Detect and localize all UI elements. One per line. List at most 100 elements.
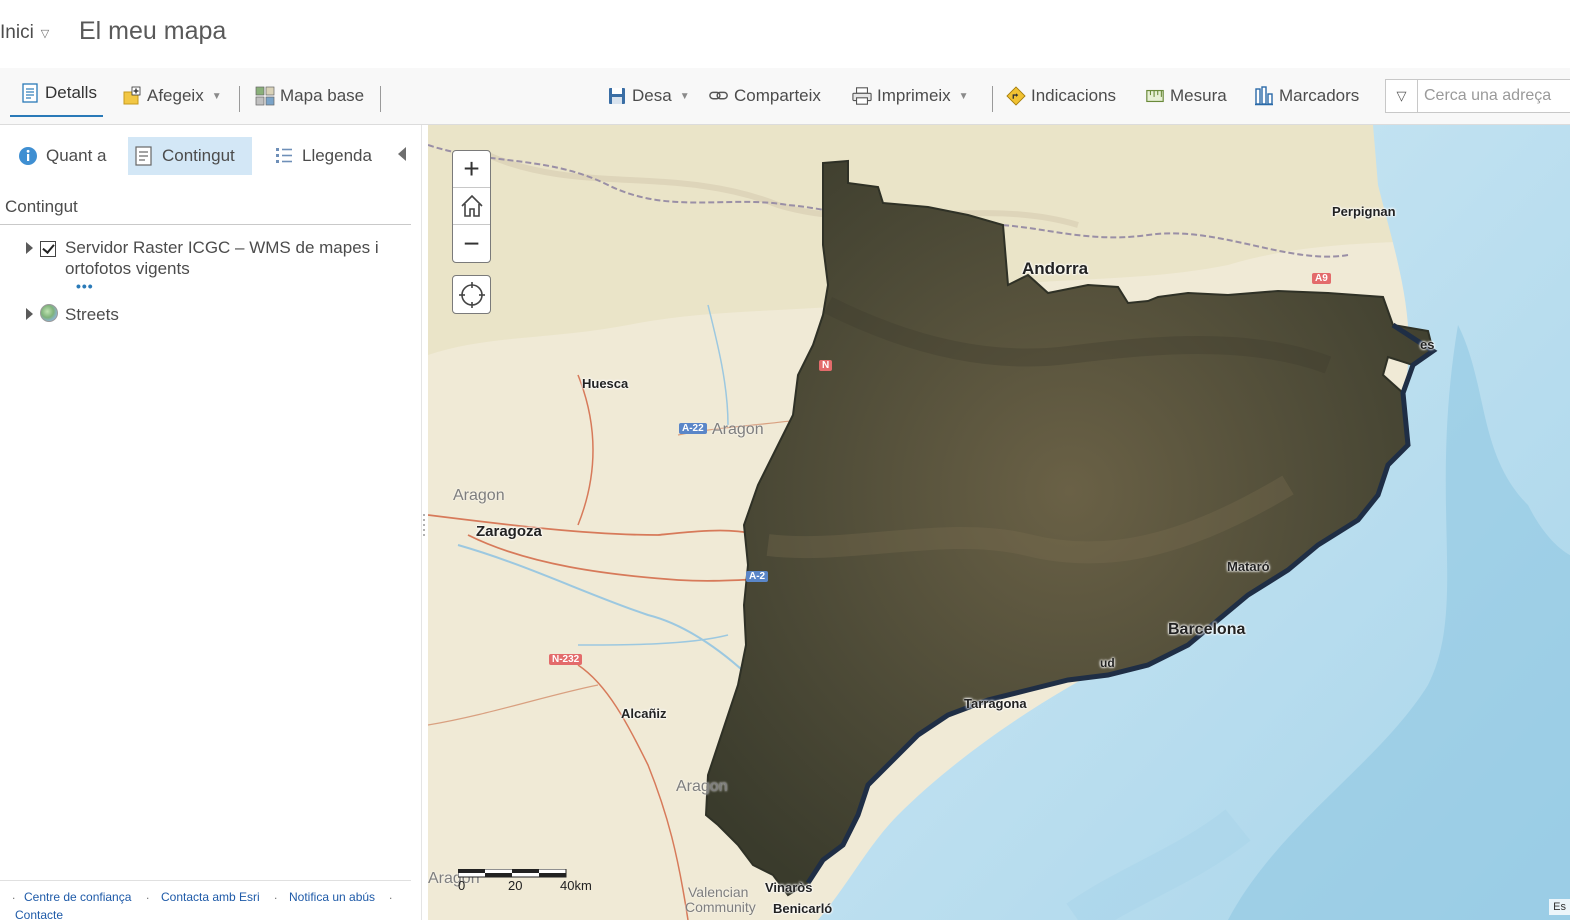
map-label-aragon: Aragon bbox=[676, 778, 728, 795]
panel-footer: . Centre de confiança . Contacta amb Esr… bbox=[0, 880, 411, 922]
map-label-barcelona: Barcelona bbox=[1168, 621, 1246, 638]
layer-visibility-checkbox[interactable] bbox=[40, 241, 56, 257]
footer-separator: . bbox=[274, 888, 278, 902]
toolbar-divider bbox=[380, 86, 381, 112]
toolbar-divider bbox=[992, 86, 993, 112]
home-icon bbox=[460, 194, 483, 217]
basemap-grid-icon bbox=[255, 86, 275, 106]
crosshair-icon bbox=[458, 281, 485, 308]
scale-label-20: 20 bbox=[508, 878, 523, 893]
basemap-label: Mapa base bbox=[280, 86, 365, 105]
link-icon bbox=[709, 91, 728, 100]
add-button[interactable]: Afegeix ▼ bbox=[122, 83, 222, 109]
scale-bar: 0 20 40km bbox=[457, 868, 592, 893]
search-input[interactable] bbox=[1418, 80, 1570, 112]
road-shield-a22: A-22 bbox=[679, 423, 707, 434]
map-title: El meu mapa bbox=[79, 17, 227, 45]
home-menu[interactable]: Inici ▽ bbox=[0, 22, 49, 44]
details-label: Detalls bbox=[45, 83, 97, 102]
directions-sign-icon bbox=[1006, 86, 1026, 106]
share-label: Comparteix bbox=[734, 86, 821, 105]
layer-title-line2: ortofotos vigents bbox=[65, 259, 190, 278]
scale-label-40km: 40km bbox=[560, 878, 592, 893]
toolbar-divider bbox=[239, 86, 240, 112]
search-box: ▽ bbox=[1385, 79, 1570, 113]
map-label-vinaros: Vinaròs bbox=[765, 880, 813, 895]
content-list-icon bbox=[135, 146, 152, 166]
basemap-canvas bbox=[428, 125, 1570, 920]
bookmarks-button[interactable]: Marcadors bbox=[1254, 83, 1359, 109]
chevron-down-icon: ▼ bbox=[211, 90, 222, 102]
add-layer-icon bbox=[123, 86, 141, 105]
search-dropdown-icon[interactable]: ▽ bbox=[1386, 80, 1418, 112]
tab-content[interactable]: Contingut bbox=[128, 137, 252, 175]
locate-button[interactable] bbox=[452, 275, 491, 314]
map-label-benicarlo: Benicarló bbox=[773, 901, 833, 916]
scale-label-0: 0 bbox=[458, 878, 466, 893]
save-label: Desa bbox=[632, 86, 672, 105]
print-button[interactable]: Imprimeix ▼ bbox=[852, 83, 969, 109]
chevron-down-icon: ▼ bbox=[958, 90, 969, 102]
details-button[interactable]: Detalls bbox=[10, 79, 103, 117]
map-label-zaragoza: Zaragoza bbox=[476, 523, 542, 540]
map-label-huesca: Huesca bbox=[582, 376, 629, 391]
share-button[interactable]: Comparteix bbox=[709, 83, 821, 109]
chevron-down-icon[interactable]: ▽ bbox=[41, 27, 49, 40]
map-label-valencian: Valencian bbox=[688, 884, 749, 900]
zoom-in-button[interactable]: + bbox=[453, 151, 490, 188]
section-title: Contingut bbox=[5, 197, 78, 216]
footer-link-contact-esri[interactable]: Contacta amb Esri bbox=[161, 890, 260, 904]
home-extent-button[interactable] bbox=[453, 188, 490, 225]
footer-link-report-abuse[interactable]: Notifica un abús bbox=[289, 890, 375, 904]
map-label-figueres: es bbox=[1420, 337, 1435, 352]
tab-about[interactable]: Quant a bbox=[12, 137, 113, 175]
globe-icon bbox=[40, 304, 58, 322]
basemap-button[interactable]: Mapa base bbox=[255, 83, 364, 109]
info-icon bbox=[19, 147, 37, 165]
collapse-panel-icon[interactable] bbox=[398, 147, 406, 161]
map-label-tarragona: Tarragona bbox=[964, 696, 1027, 711]
home-label[interactable]: Inici bbox=[0, 22, 34, 44]
panel-resize-handle[interactable] bbox=[422, 510, 426, 540]
ruler-icon bbox=[1146, 89, 1164, 103]
bookmark-icon bbox=[1255, 86, 1273, 106]
map-attribution[interactable]: Es bbox=[1549, 899, 1570, 915]
more-options-icon[interactable]: ••• bbox=[76, 278, 94, 294]
map-label-perpignan: Perpignan bbox=[1332, 204, 1396, 219]
road-shield-a2: A-2 bbox=[746, 571, 769, 582]
floppy-disk-icon bbox=[609, 88, 625, 104]
section-divider bbox=[0, 224, 411, 225]
save-button[interactable]: Desa ▼ bbox=[607, 83, 690, 109]
map-label-aragon: Aragon bbox=[453, 487, 505, 504]
add-label: Afegeix bbox=[147, 86, 204, 105]
tab-legend-label: Llegenda bbox=[302, 146, 372, 165]
details-icon bbox=[22, 83, 38, 103]
footer-separator: . bbox=[12, 888, 16, 902]
chevron-down-icon: ▼ bbox=[679, 90, 690, 102]
tab-about-label: Quant a bbox=[46, 146, 107, 165]
layer-title-line1: Servidor Raster ICGC – WMS de mapes i bbox=[65, 238, 379, 257]
map-label-community: Community bbox=[685, 899, 756, 915]
main-toolbar: Detalls Afegeix ▼ Mapa base Desa ▼ Compa… bbox=[0, 68, 1570, 125]
printer-icon bbox=[852, 87, 872, 105]
layer-item-streets[interactable]: Streets bbox=[65, 304, 119, 325]
layer-title: Streets bbox=[65, 305, 119, 324]
zoom-out-button[interactable]: − bbox=[453, 225, 490, 262]
layer-item-icgc[interactable]: Servidor Raster ICGC – WMS de mapes i or… bbox=[65, 237, 405, 279]
footer-link-trust[interactable]: Centre de confiança bbox=[24, 890, 131, 904]
map-label-alcaniz: Alcañiz bbox=[621, 706, 667, 721]
map-view[interactable]: + − Andorra Perpignan Huesca Aragon Arag… bbox=[428, 125, 1570, 920]
measure-button[interactable]: Mesura bbox=[1145, 83, 1227, 109]
directions-button[interactable]: Indicacions bbox=[1006, 83, 1116, 109]
tab-legend[interactable]: Llegenda bbox=[268, 137, 378, 175]
road-shield-a9: A9 bbox=[1312, 273, 1331, 284]
map-label-aragon: Aragon bbox=[712, 421, 764, 438]
footer-separator: . bbox=[389, 888, 393, 902]
bookmarks-label: Marcadors bbox=[1279, 86, 1360, 105]
map-label-mataro: Mataró bbox=[1227, 559, 1270, 574]
expand-layer-icon[interactable] bbox=[26, 308, 33, 320]
details-panel: Quant a Contingut Llegenda Contingut Ser… bbox=[0, 125, 422, 922]
measure-label: Mesura bbox=[1170, 86, 1227, 105]
expand-layer-icon[interactable] bbox=[26, 242, 33, 254]
road-shield-n: N bbox=[819, 360, 833, 371]
